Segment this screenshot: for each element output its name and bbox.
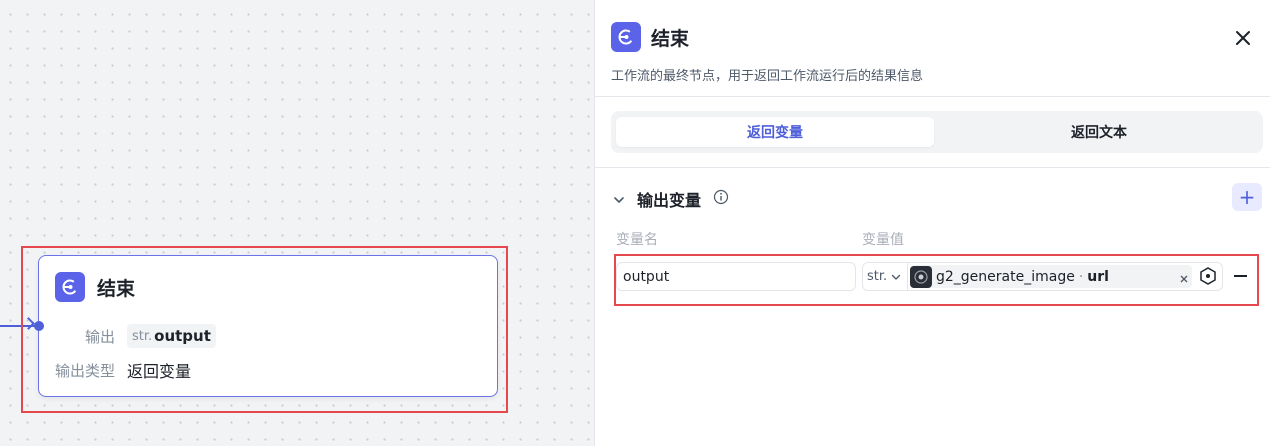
variable-name-input[interactable] (616, 262, 856, 291)
output-type-prefix: str. (132, 328, 153, 344)
end-node[interactable]: 结束 输出 str. output 输出类型 返回变量 (38, 255, 498, 397)
close-button[interactable] (1231, 26, 1255, 50)
tab-return-text[interactable]: 返回文本 (940, 117, 1258, 147)
add-variable-button[interactable]: + (1232, 183, 1262, 211)
variable-picker-icon (1200, 267, 1216, 285)
variable-type-select[interactable]: str. (862, 262, 908, 291)
exit-icon (62, 279, 78, 295)
close-icon (1180, 275, 1188, 283)
clear-reference-button[interactable] (1178, 270, 1190, 283)
variable-reference-chip: g2_generate_image · url (910, 265, 1192, 288)
end-node-icon (55, 272, 85, 302)
section-title: 输出变量 (637, 191, 702, 210)
header-divider (595, 96, 1270, 97)
variable-separator: · (1078, 268, 1084, 285)
output-type-label: 输出类型 (54, 362, 115, 380)
column-variable-name: 变量名 (616, 232, 658, 248)
variable-source-field: url (1087, 268, 1109, 285)
panel-title: 结束 (651, 28, 690, 50)
variable-value-field[interactable]: g2_generate_image · url (907, 262, 1223, 291)
image-tool-icon (910, 265, 932, 288)
node-input-port[interactable] (34, 321, 44, 331)
tab-return-variable[interactable]: 返回变量 (616, 117, 934, 147)
output-tag: str. output (127, 324, 216, 348)
variable-type-value: str. (867, 269, 888, 284)
info-circle-icon (713, 189, 729, 205)
exit-icon (618, 29, 634, 45)
chevron-down-icon (614, 197, 624, 203)
output-type-value: 返回变量 (127, 362, 192, 381)
node-title: 结束 (97, 278, 136, 300)
info-icon[interactable] (713, 189, 729, 205)
section-collapse-toggle[interactable] (613, 191, 625, 203)
variable-source-node: g2_generate_image (936, 268, 1075, 285)
tabs-divider (595, 167, 1270, 168)
panel-node-icon (611, 22, 641, 52)
panel-description: 工作流的最终节点，用于返回工作流运行后的结果信息 (611, 69, 924, 84)
column-variable-value: 变量值 (862, 232, 904, 248)
output-label: 输出 (84, 328, 115, 346)
node-config-panel: 结束 工作流的最终节点，用于返回工作流运行后的结果信息 返回变量 返回文本 输出… (594, 0, 1270, 446)
output-mode-tabs: 返回变量 返回文本 (611, 111, 1263, 153)
variable-picker-button[interactable] (1198, 266, 1218, 286)
close-icon (1236, 31, 1250, 45)
output-name: output (154, 327, 211, 345)
remove-variable-button[interactable] (1234, 275, 1247, 277)
chevron-down-icon (891, 274, 901, 280)
